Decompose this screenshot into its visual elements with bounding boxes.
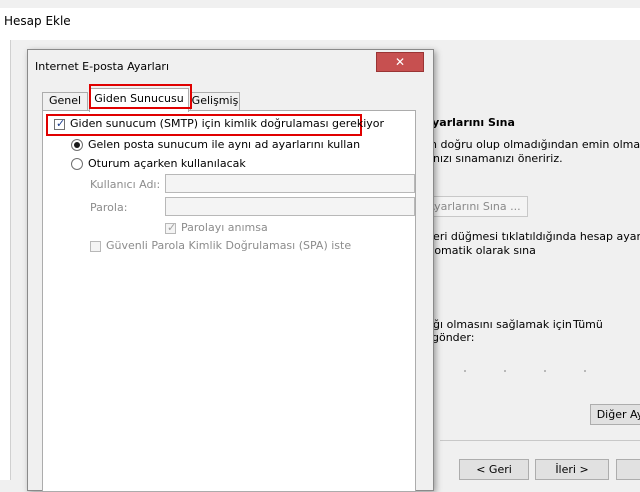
test-settings-heading: Ayarlarını Sına — [424, 116, 515, 129]
dialog-title: Internet E-posta Ayarları — [35, 60, 170, 73]
check-icon: ✓ — [167, 221, 177, 234]
window-title-bar: Hesap Ekle — [0, 0, 640, 40]
password-input[interactable] — [165, 197, 415, 216]
login-with-label: Oturum açarken kullanılacak — [88, 157, 246, 170]
info-text-5a: ığı olmasını sağlamak için — [430, 318, 572, 331]
smtp-auth-label: Giden sunucum (SMTP) için kimlik doğrula… — [70, 117, 385, 130]
username-input[interactable] — [165, 174, 415, 193]
test-settings-button[interactable]: Ayarlarını Sına ... — [420, 196, 528, 217]
password-label: Parola: — [90, 201, 128, 214]
info-text-3: leri düğmesi tıklatıldığında hesap ayarl… — [430, 230, 640, 243]
footer-separator — [440, 440, 640, 441]
close-icon: ✕ — [394, 55, 406, 69]
spa-label: Güvenli Parola Kimlik Doğrulaması (SPA) … — [106, 239, 352, 252]
cancel-button[interactable] — [616, 459, 640, 480]
remember-password-checkbox[interactable]: ✓ — [165, 221, 177, 234]
tab-general[interactable]: Genel — [42, 92, 88, 110]
same-settings-radio[interactable] — [71, 139, 83, 151]
info-text-4: tomatik olarak sına — [430, 244, 536, 257]
internet-email-settings-dialog: Internet E-posta Ayarları ✕ Genel Giden … — [27, 49, 434, 492]
login-with-radio[interactable] — [71, 158, 83, 170]
window-title: Hesap Ekle — [4, 14, 71, 28]
remember-password-label: Parolayı anımsa — [181, 221, 268, 234]
username-label: Kullanıcı Adı: — [90, 178, 161, 191]
smtp-auth-checkbox[interactable]: ✓ — [54, 117, 66, 130]
info-text-1: n doğru olup olmadığından emin olmak — [430, 138, 640, 151]
same-settings-label: Gelen posta sunucum ile aynı ad ayarları… — [88, 138, 361, 151]
tab-advanced[interactable]: Gelişmiş — [190, 92, 240, 110]
tab-highlight — [89, 84, 192, 109]
back-button[interactable]: < Geri — [459, 459, 529, 480]
more-settings-button[interactable]: Diğer Ay — [590, 404, 640, 425]
outgoing-server-panel: ✓ Giden sunucum (SMTP) için kimlik doğru… — [42, 110, 416, 492]
radio-selected-dot — [74, 142, 80, 148]
close-button[interactable]: ✕ — [376, 52, 424, 72]
top-strip — [0, 0, 640, 8]
check-icon: ✓ — [56, 117, 66, 130]
info-text-5b: Tümü — [573, 318, 603, 331]
next-button[interactable]: İleri > — [535, 459, 609, 480]
info-text-6: gönder: — [432, 331, 475, 344]
spa-checkbox[interactable] — [90, 241, 101, 252]
info-text-2: ınızı sınamanızı öneririz. — [430, 152, 563, 165]
dotted-separator — [424, 362, 640, 372]
